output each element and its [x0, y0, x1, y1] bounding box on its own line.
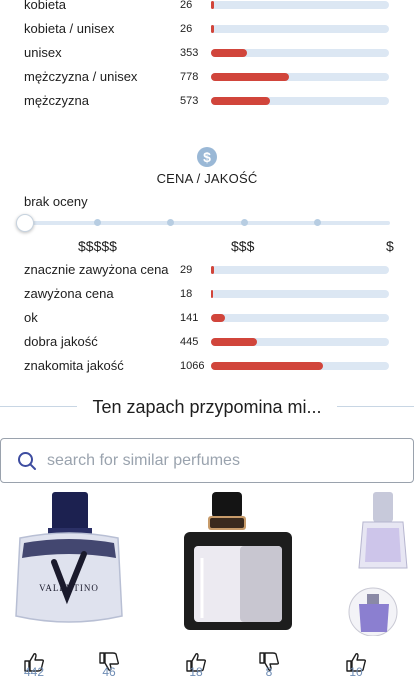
stat-label: znacznie zawyżona cena: [24, 262, 169, 277]
bottle-brand-text: VALENTINO: [39, 583, 99, 593]
stat-row: kobieta 26: [0, 0, 414, 16]
stat-label: mężczyzna: [24, 93, 90, 108]
stat-row: zawyżona cena 18: [0, 283, 414, 305]
stat-bar-fill: [211, 314, 226, 322]
stat-bar-fill: [211, 49, 247, 57]
perfume-bottle-image: VALENTINO: [15, 492, 123, 623]
perfume-card[interactable]: [345, 488, 414, 637]
stat-bar: [211, 73, 389, 81]
vote-up-count: 18: [189, 665, 203, 679]
stat-count: 18: [180, 288, 193, 300]
vote-down-count: 46: [102, 665, 116, 679]
stat-bar-fill: [211, 338, 258, 346]
stat-label: mężczyzna / unisex: [24, 69, 138, 84]
stat-count: 26: [180, 0, 193, 11]
stat-row: kobieta / unisex 26: [0, 18, 414, 40]
search-input[interactable]: [47, 447, 397, 475]
vote-up-button[interactable]: 10: [341, 652, 371, 680]
stat-count: 1066: [180, 360, 205, 372]
stat-label: znakomita jakość: [24, 358, 124, 373]
vote-down-button[interactable]: 46: [94, 652, 124, 680]
stat-bar: [211, 25, 389, 33]
similar-section-title: Ten zapach przypomina mi...: [77, 393, 337, 421]
stat-label: zawyżona cena: [24, 286, 114, 301]
slider-step[interactable]: [240, 219, 248, 226]
perfume-bottle-image: [348, 492, 408, 637]
stat-label: kobieta: [24, 0, 66, 12]
stat-bar: [211, 1, 389, 9]
slider-step[interactable]: [167, 219, 175, 226]
vote-up-button[interactable]: 442: [19, 652, 49, 680]
stat-row: ok 141: [0, 307, 414, 329]
stat-bar-fill: [211, 97, 270, 105]
price-slider-thumb[interactable]: [16, 214, 34, 232]
stat-bar-fill: [211, 1, 214, 9]
dollar-icon: $: [197, 147, 217, 167]
stat-row: mężczyzna 573: [0, 90, 414, 112]
stat-label: ok: [24, 310, 38, 325]
perfume-card[interactable]: [180, 488, 295, 636]
stat-label: dobra jakość: [24, 334, 98, 349]
slider-label: brak oceny: [24, 194, 88, 209]
perfume-bottle-image: [184, 492, 292, 630]
stat-row: mężczyzna / unisex 778: [0, 66, 414, 88]
search-icon: [18, 452, 36, 470]
stat-count: 141: [180, 312, 199, 324]
stat-count: 29: [180, 264, 193, 276]
vote-down-count: 8: [265, 665, 273, 679]
price-label-medium: $$$: [231, 238, 255, 254]
perfume-card[interactable]: VALENTINO: [12, 488, 127, 636]
stat-count: 353: [180, 47, 199, 59]
vote-down-button[interactable]: 8: [254, 652, 284, 680]
stat-row: unisex 353: [0, 42, 414, 64]
price-slider-track[interactable]: [24, 219, 390, 226]
price-label-cheap: $: [386, 238, 394, 254]
stat-row: znacznie zawyżona cena 29: [0, 259, 414, 281]
stat-bar: [211, 266, 389, 274]
slider-step[interactable]: [313, 219, 321, 226]
stat-row: znakomita jakość 1066: [0, 355, 414, 377]
stat-bar-fill: [211, 25, 214, 33]
stat-count: 573: [180, 95, 199, 107]
price-label-expensive: $$$$$: [78, 238, 117, 254]
stat-row: dobra jakość 445: [0, 331, 414, 353]
vote-up-count: 10: [349, 665, 363, 679]
stat-bar: [211, 49, 389, 57]
stat-bar-fill: [211, 290, 214, 298]
stat-bar-fill: [211, 266, 214, 274]
vote-up-count: 442: [23, 665, 45, 679]
stat-bar-fill: [211, 362, 324, 370]
stat-label: kobieta / unisex: [24, 21, 115, 36]
stat-bar: [211, 314, 389, 322]
stat-bar: [211, 338, 389, 346]
section-title: CENA / JAKOŚĆ: [156, 171, 258, 186]
stat-count: 445: [180, 336, 199, 348]
stat-bar: [211, 290, 389, 298]
slider-step[interactable]: [94, 219, 102, 226]
stat-label: unisex: [24, 45, 62, 60]
stat-bar: [211, 97, 389, 105]
stat-bar-fill: [211, 73, 290, 81]
stat-bar: [211, 362, 389, 370]
stat-count: 26: [180, 23, 193, 35]
stat-count: 778: [180, 71, 199, 83]
similar-search-box[interactable]: [0, 438, 414, 483]
vote-up-button[interactable]: 18: [181, 652, 211, 680]
